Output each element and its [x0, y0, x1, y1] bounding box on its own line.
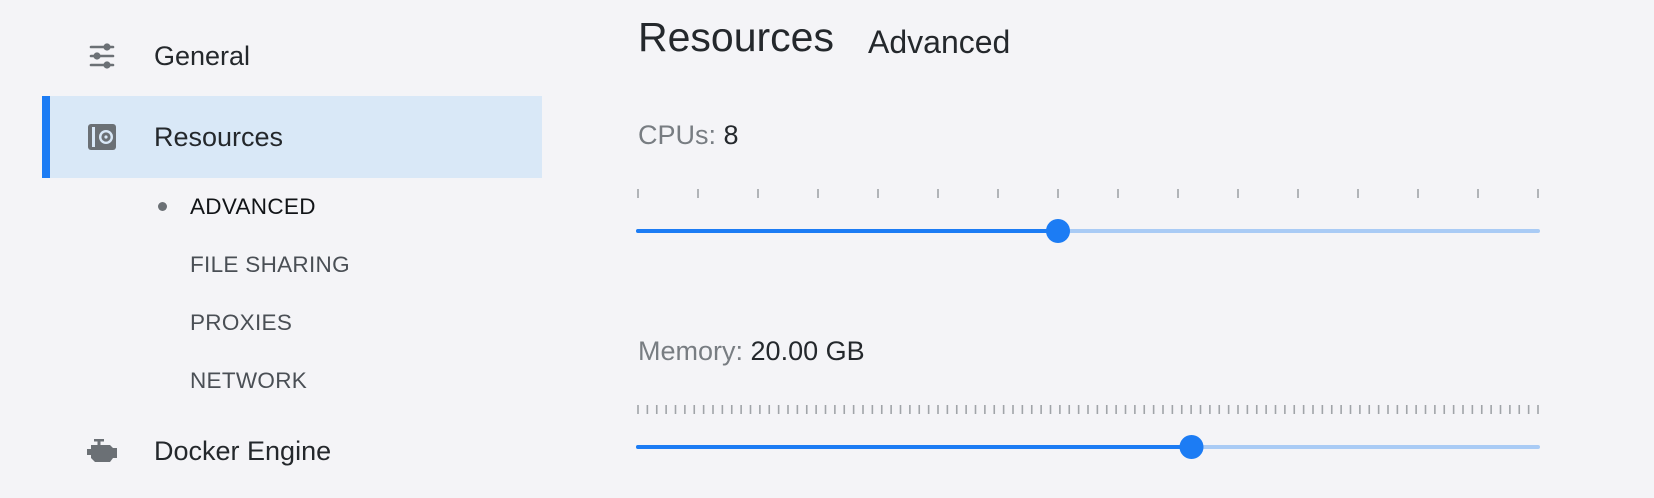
sidebar-item-docker-engine[interactable]: Docker Engine [42, 410, 542, 492]
memory-value: 20.00 GB [750, 336, 865, 366]
subnav-item-network[interactable]: NETWORK [190, 361, 307, 401]
sidebar-item-label: Resources [154, 121, 284, 152]
slider-thumb[interactable] [1046, 219, 1070, 243]
slider-thumb[interactable] [1179, 435, 1204, 459]
page-title: Resources [638, 14, 834, 60]
cpu-label: CPUs: [638, 120, 717, 150]
cpu-slider[interactable] [636, 186, 1540, 246]
memory-slider[interactable] [636, 402, 1540, 462]
sidebar-item-resources[interactable]: Resources [42, 96, 542, 178]
cpu-setting-label: CPUs: 8 [638, 120, 739, 151]
memory-label: Memory: [638, 336, 744, 366]
selected-indicator-dot [158, 202, 167, 211]
subnav-item-advanced[interactable]: ADVANCED [190, 187, 316, 227]
sidebar: General Resources ADVANCED FILE SHARING … [0, 0, 542, 498]
subnav-item-proxies[interactable]: PROXIES [190, 303, 292, 343]
cpu-slider-graphic [636, 189, 1540, 243]
sidebar-item-general[interactable]: General [42, 15, 542, 97]
engine-icon [86, 435, 118, 467]
page-subtitle: Advanced [868, 24, 1011, 60]
sidebar-item-label: Docker Engine [154, 435, 332, 466]
main-panel: Resources Advanced CPUs: 8 Memory: 20.00… [636, 0, 1540, 498]
sliders-icon [86, 40, 118, 72]
subnav-item-file-sharing[interactable]: FILE SHARING [190, 245, 350, 285]
memory-setting-label: Memory: 20.00 GB [638, 336, 865, 367]
cpu-value: 8 [723, 120, 739, 150]
memory-slider-graphic [636, 405, 1540, 459]
sidebar-item-label: General [154, 40, 251, 71]
resources-icon [86, 121, 118, 153]
